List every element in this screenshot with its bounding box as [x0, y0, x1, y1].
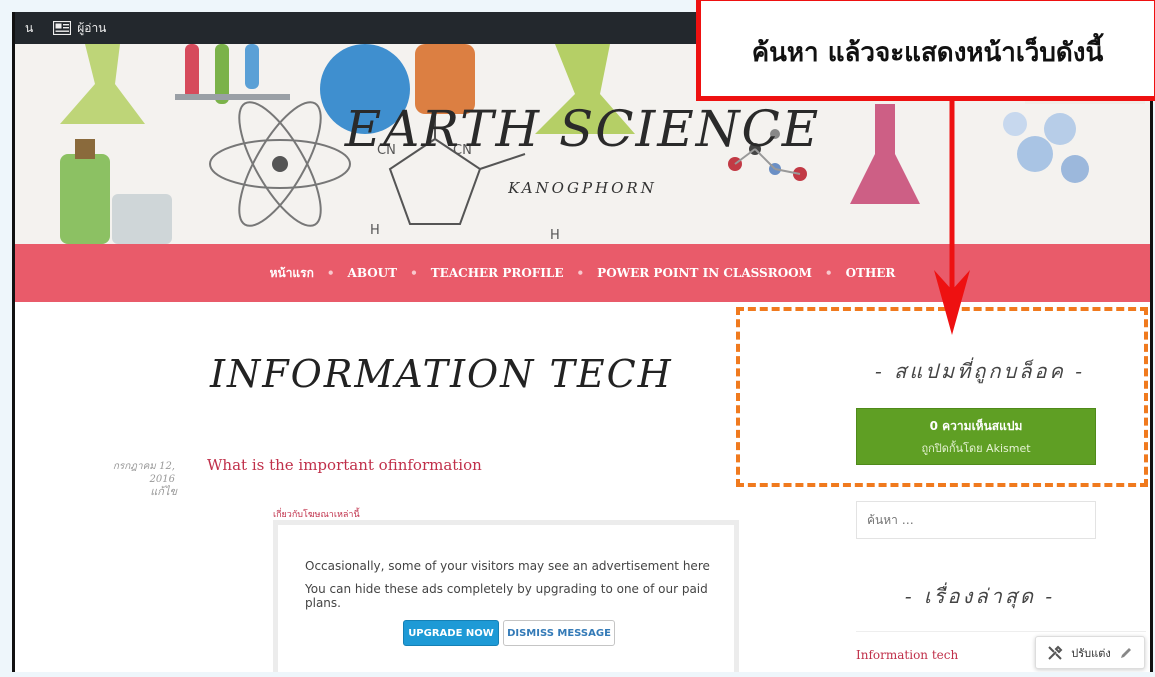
site-title[interactable]: EARTH SCIENCE — [15, 100, 1150, 158]
annotation-callout: ค้นหา แล้วจะแสดงหน้าเว็บดังนี้ — [696, 0, 1155, 101]
admin-bar-left-item[interactable]: น — [15, 12, 43, 44]
nav-item-power-point[interactable]: POWER POINT IN CLASSROOM — [597, 266, 812, 280]
reader-label: ผู้อ่าน — [77, 20, 107, 35]
nav-separator: • — [410, 266, 418, 280]
recent-posts-title: - เรื่องล่าสุด - — [904, 584, 1056, 608]
svg-text:H: H — [550, 228, 560, 243]
search-input[interactable] — [856, 501, 1096, 539]
ad-notice: Occasionally, some of your visitors may … — [273, 520, 739, 672]
post-title-link[interactable]: What is the important ofinformation — [207, 456, 482, 474]
wrench-icon — [1048, 645, 1063, 660]
svg-text:H: H — [370, 223, 380, 238]
nav-separator: • — [326, 266, 335, 280]
recent-posts-divider — [856, 631, 1146, 632]
site-description: KANOGPHORN — [508, 179, 657, 197]
nav-item-about[interactable]: ABOUT — [348, 266, 398, 280]
pencil-icon — [1120, 647, 1131, 658]
ad-about-link[interactable]: เกี่ยวกับโฆษณาเหล่านี้ — [273, 507, 360, 521]
nav-item-other[interactable]: OTHER — [846, 266, 896, 280]
nav-separator: • — [576, 266, 585, 280]
main-nav: หน้าแรก • ABOUT • TEACHER PROFILE • POWE… — [15, 244, 1150, 302]
page-title: INFORMATION TECH — [210, 352, 673, 396]
customize-button[interactable]: ปรับแต่ง — [1035, 636, 1145, 669]
upgrade-now-button[interactable]: UPGRADE NOW — [403, 620, 499, 646]
highlight-dashed-box — [736, 307, 1148, 487]
reader-icon — [53, 21, 72, 35]
reader-link[interactable]: ผู้อ่าน — [43, 12, 116, 44]
post-edit-link[interactable]: แก้ไข — [85, 482, 177, 500]
recent-post-link[interactable]: Information tech — [856, 648, 958, 662]
nav-item-home[interactable]: หน้าแรก — [270, 264, 314, 283]
ad-notice-line2: You can hide these ads completely by upg… — [305, 582, 708, 610]
nav-item-teacher-profile[interactable]: TEACHER PROFILE — [431, 266, 564, 280]
annotation-text: ค้นหา แล้วจะแสดงหน้าเว็บดังนี้ — [751, 38, 1104, 68]
ad-notice-line1: Occasionally, some of your visitors may … — [305, 559, 710, 573]
customize-label: ปรับแต่ง — [1071, 646, 1111, 660]
nav-separator: • — [824, 266, 833, 280]
dismiss-message-button[interactable]: DISMISS MESSAGE — [503, 620, 615, 646]
